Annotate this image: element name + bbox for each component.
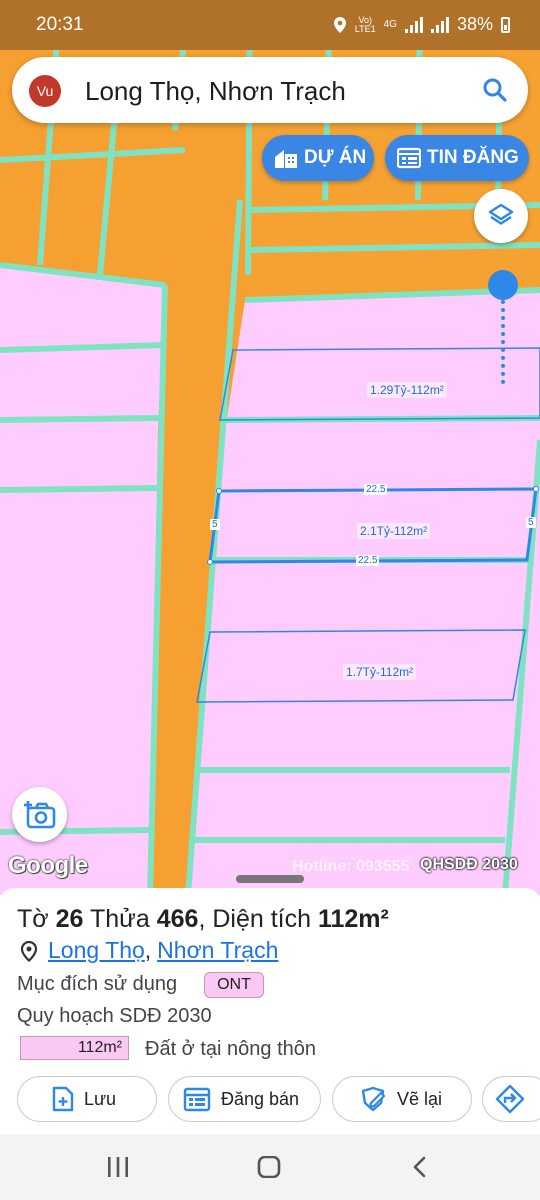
layers-icon: [488, 203, 514, 225]
location-pin-icon: [20, 940, 38, 962]
building-icon: [275, 150, 297, 168]
plan-area-description: Đất ở tại nông thôn: [145, 1038, 317, 1060]
home-icon[interactable]: [257, 1156, 281, 1178]
network-type: 4G: [383, 19, 397, 30]
projects-button[interactable]: DỰ ÁN: [262, 135, 374, 181]
status-bar: 20:31 Vo) LTE1 4G 38%: [0, 0, 540, 50]
parcel-info-sheet[interactable]: Tờ 26 Thửa 466, Diện tích 112m² Long Thọ…: [0, 875, 540, 1135]
sell-button[interactable]: Đăng bán: [168, 1076, 321, 1122]
parcel-price-label[interactable]: 1.7Tỷ-112m²: [343, 664, 417, 680]
add-file-icon: [52, 1086, 74, 1112]
opacity-slider-track[interactable]: [501, 292, 505, 384]
search-input[interactable]: Long Thọ, Nhơn Trạch: [85, 76, 346, 107]
location-icon: [333, 16, 346, 33]
network-indicator: Vo) LTE1: [354, 14, 376, 34]
signal-icon-2: [430, 16, 449, 33]
plan-label: Quy hoạch SDĐ 2030: [17, 1005, 212, 1027]
directions-icon: [495, 1084, 525, 1114]
battery-percent: 38%: [456, 14, 493, 34]
parcel-price-label-selected[interactable]: 2.1Tỷ-112m²: [357, 523, 431, 539]
dimension-right: 5: [526, 517, 536, 528]
parcel-location: Long Thọ , Nhơn Trạch: [20, 937, 278, 964]
sheet-drag-handle[interactable]: [236, 875, 304, 883]
directions-button[interactable]: [482, 1076, 540, 1122]
save-button-label: Lưu: [84, 1088, 117, 1109]
parcel-price-label[interactable]: 1.29Tỷ-112m²: [367, 382, 447, 398]
listings-button[interactable]: TIN ĐĂNG: [385, 135, 529, 181]
camera-button[interactable]: [12, 787, 67, 842]
layers-button[interactable]: [474, 189, 528, 243]
dimension-bottom: 22.5: [356, 555, 380, 566]
recent-apps-icon[interactable]: [106, 1156, 130, 1178]
calendar-list-icon: [183, 1087, 211, 1112]
land-use-label: Mục đích sử dụng: [17, 973, 178, 995]
draw-shape-icon: [361, 1086, 386, 1112]
projects-button-label: DỰ ÁN: [304, 147, 367, 168]
save-button[interactable]: Lưu: [17, 1076, 157, 1122]
search-bar[interactable]: Vu Long Thọ, Nhơn Trạch: [12, 57, 528, 123]
opacity-slider-handle[interactable]: [488, 270, 518, 300]
signal-icon: [404, 16, 423, 33]
redraw-button[interactable]: Vẽ lại: [332, 1076, 472, 1122]
plan-layer-badge: QHSDĐ 2030: [420, 856, 518, 873]
add-photo-icon: [23, 800, 55, 828]
search-icon[interactable]: [482, 77, 508, 103]
battery-icon: [501, 16, 510, 33]
listings-button-label: TIN ĐĂNG: [427, 147, 519, 168]
sell-button-label: Đăng bán: [221, 1088, 300, 1109]
plan-area-chip: 112m²: [20, 1036, 129, 1060]
system-nav-bar: [0, 1134, 540, 1200]
hotline-watermark: Hotline: 093555: [292, 858, 410, 875]
back-icon[interactable]: [410, 1156, 430, 1178]
district-link[interactable]: Nhơn Trạch: [157, 937, 278, 964]
dimension-top: 22.5: [364, 484, 388, 495]
google-logo: Google: [8, 852, 88, 879]
avatar[interactable]: Vu: [29, 75, 61, 107]
land-use-code-badge: ONT: [204, 972, 264, 998]
listings-icon: [397, 147, 421, 169]
action-row: Lưu Đăng bán Vẽ lại: [0, 1076, 540, 1124]
ward-link[interactable]: Long Thọ: [48, 937, 145, 964]
dimension-left: 5: [210, 519, 220, 530]
clock: 20:31: [36, 14, 84, 35]
redraw-button-label: Vẽ lại: [397, 1088, 443, 1109]
status-icons: Vo) LTE1 4G 38%: [333, 14, 510, 35]
parcel-title: Tờ 26 Thửa 466, Diện tích 112m²: [17, 905, 389, 933]
